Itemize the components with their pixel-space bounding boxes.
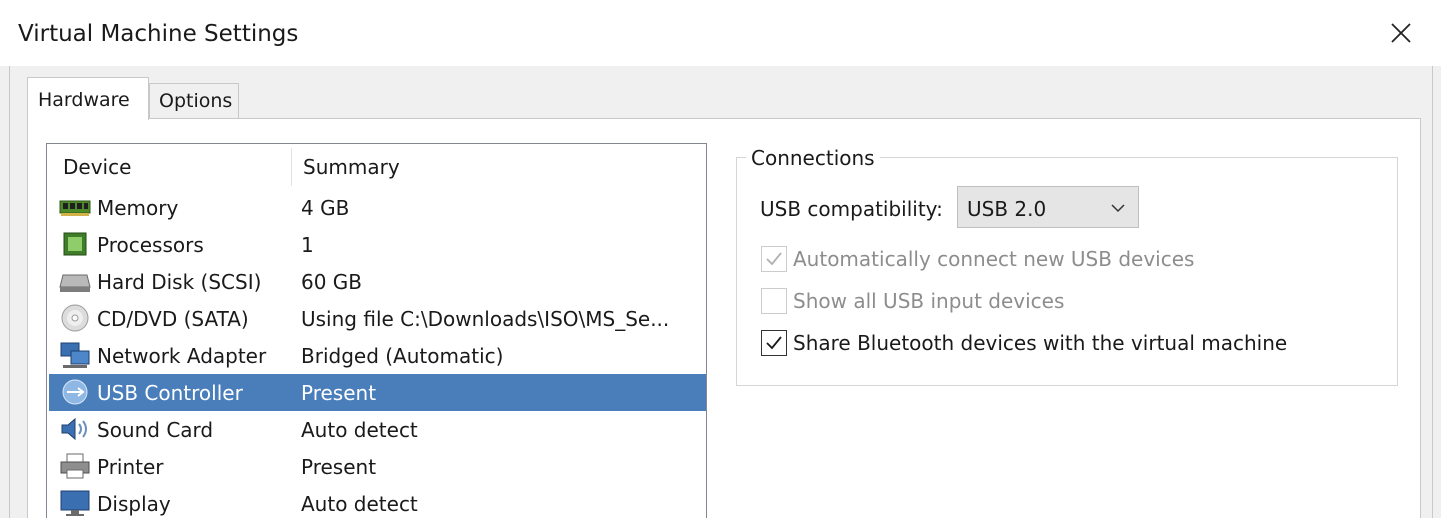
- device-summary: Using file C:\Downloads\ISO\MS_Se...: [301, 307, 670, 331]
- network-adapter-icon: [60, 342, 90, 368]
- device-summary: 60 GB: [301, 270, 363, 294]
- auto-connect-usb-checkbox[interactable]: Automatically connect new USB devices: [761, 246, 1361, 276]
- window-border-left: [9, 66, 10, 518]
- device-row-display[interactable]: Display Auto detect: [49, 485, 706, 518]
- close-icon: [1391, 23, 1411, 43]
- device-name: Printer: [97, 455, 164, 479]
- window-title: Virtual Machine Settings: [18, 21, 299, 47]
- processor-icon: [63, 232, 87, 256]
- device-row-cd-dvd[interactable]: CD/DVD (SATA) Using file C:\Downloads\IS…: [49, 300, 706, 337]
- close-button[interactable]: [1383, 16, 1419, 52]
- hard-disk-icon: [59, 274, 91, 292]
- usb-compatibility-value: USB 2.0: [967, 197, 1047, 221]
- device-summary: 1: [301, 233, 314, 257]
- device-name: Hard Disk (SCSI): [97, 270, 262, 294]
- device-row-sound-card[interactable]: Sound Card Auto detect: [49, 411, 706, 448]
- printer-icon: [60, 453, 90, 479]
- device-name: USB Controller: [97, 381, 243, 405]
- device-name: Network Adapter: [97, 344, 267, 368]
- cd-dvd-icon: [61, 304, 89, 332]
- device-row-memory[interactable]: Memory 4 GB: [49, 189, 706, 226]
- device-row-processors[interactable]: Processors 1: [49, 226, 706, 263]
- device-summary: 4 GB: [301, 196, 350, 220]
- window-border-right: [1432, 66, 1433, 518]
- usb-icon: [62, 379, 88, 405]
- device-summary: Auto detect: [301, 418, 418, 442]
- device-name: CD/DVD (SATA): [97, 307, 249, 331]
- checkbox-label: Share Bluetooth devices with the virtual…: [793, 331, 1288, 355]
- device-list-header: Device Summary: [47, 144, 706, 188]
- device-summary: Present: [301, 455, 377, 479]
- usb-compatibility-label: USB compatibility:: [760, 197, 943, 221]
- column-header-summary[interactable]: Summary: [303, 155, 400, 179]
- connections-group: Connections USB compatibility: USB 2.0 A…: [736, 146, 1398, 386]
- column-separator[interactable]: [291, 148, 292, 186]
- checkmark-icon: [766, 336, 782, 350]
- share-bluetooth-checkbox[interactable]: Share Bluetooth devices with the virtual…: [761, 330, 1361, 360]
- checkbox-label: Automatically connect new USB devices: [793, 247, 1195, 271]
- checkbox-box[interactable]: [761, 288, 787, 314]
- usb-compatibility-select[interactable]: USB 2.0: [957, 186, 1139, 228]
- show-all-usb-input-checkbox[interactable]: Show all USB input devices: [761, 288, 1361, 318]
- checkbox-box[interactable]: [761, 330, 787, 356]
- display-icon: [60, 490, 90, 516]
- memory-icon: [59, 200, 91, 216]
- device-summary: Present: [301, 381, 377, 405]
- device-row-usb-controller[interactable]: USB Controller Present: [49, 374, 706, 411]
- checkbox-label: Show all USB input devices: [793, 289, 1065, 313]
- chevron-down-icon: [1111, 204, 1125, 213]
- device-summary: Bridged (Automatic): [301, 344, 504, 368]
- checkmark-icon: [766, 252, 782, 266]
- device-name: Processors: [97, 233, 204, 257]
- device-row-network-adapter[interactable]: Network Adapter Bridged (Automatic): [49, 337, 706, 374]
- title-bar: Virtual Machine Settings: [0, 0, 1441, 66]
- device-name: Display: [97, 492, 171, 516]
- sound-card-icon: [61, 417, 87, 441]
- tab-options-label: Options: [159, 90, 233, 112]
- device-summary: Auto detect: [301, 492, 418, 516]
- column-header-device[interactable]: Device: [63, 155, 131, 179]
- tab-hardware[interactable]: Hardware: [27, 77, 149, 120]
- connections-group-title: Connections: [746, 146, 880, 170]
- tab-options[interactable]: Options: [149, 83, 239, 118]
- device-name: Memory: [97, 196, 179, 220]
- device-row-hard-disk[interactable]: Hard Disk (SCSI) 60 GB: [49, 263, 706, 300]
- tab-hardware-label: Hardware: [38, 89, 130, 111]
- device-name: Sound Card: [97, 418, 214, 442]
- device-row-printer[interactable]: Printer Present: [49, 448, 706, 485]
- device-list[interactable]: Device Summary Memory 4 GB Processors 1 …: [46, 143, 707, 518]
- checkbox-box[interactable]: [761, 246, 787, 272]
